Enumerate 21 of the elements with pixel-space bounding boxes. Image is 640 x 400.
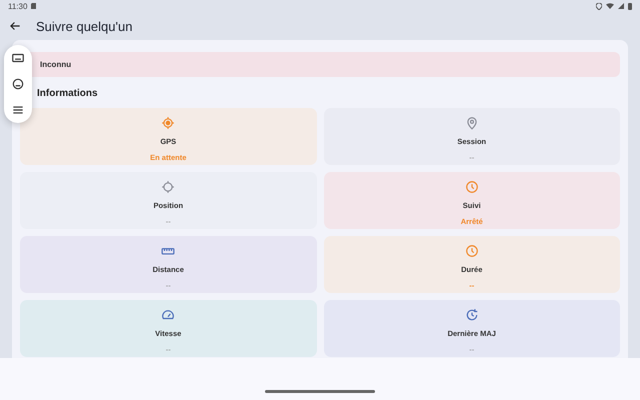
battery-icon bbox=[628, 2, 632, 10]
clock-icon bbox=[464, 180, 479, 194]
pin-icon bbox=[464, 116, 479, 130]
gesture-handle[interactable] bbox=[265, 390, 375, 393]
section-title: Informations bbox=[37, 88, 99, 99]
refresh-clock-icon bbox=[464, 308, 479, 322]
clock-icon bbox=[464, 244, 479, 258]
smiley-icon bbox=[11, 77, 25, 91]
sd-card-icon bbox=[31, 3, 36, 9]
wifi-icon bbox=[606, 3, 614, 9]
gps-icon bbox=[161, 116, 176, 130]
keyboard-button[interactable] bbox=[11, 51, 25, 65]
crosshair-icon bbox=[161, 180, 176, 194]
signal-icon bbox=[618, 3, 624, 9]
screen-title: Suivre quelqu'un bbox=[36, 18, 132, 34]
location-icon bbox=[596, 2, 602, 10]
emoji-button[interactable] bbox=[11, 77, 25, 91]
keyboard-icon bbox=[11, 51, 25, 65]
status-time: 11:30 bbox=[8, 2, 28, 10]
gauge-icon bbox=[161, 308, 176, 322]
banner-text: Inconnu bbox=[40, 60, 72, 69]
